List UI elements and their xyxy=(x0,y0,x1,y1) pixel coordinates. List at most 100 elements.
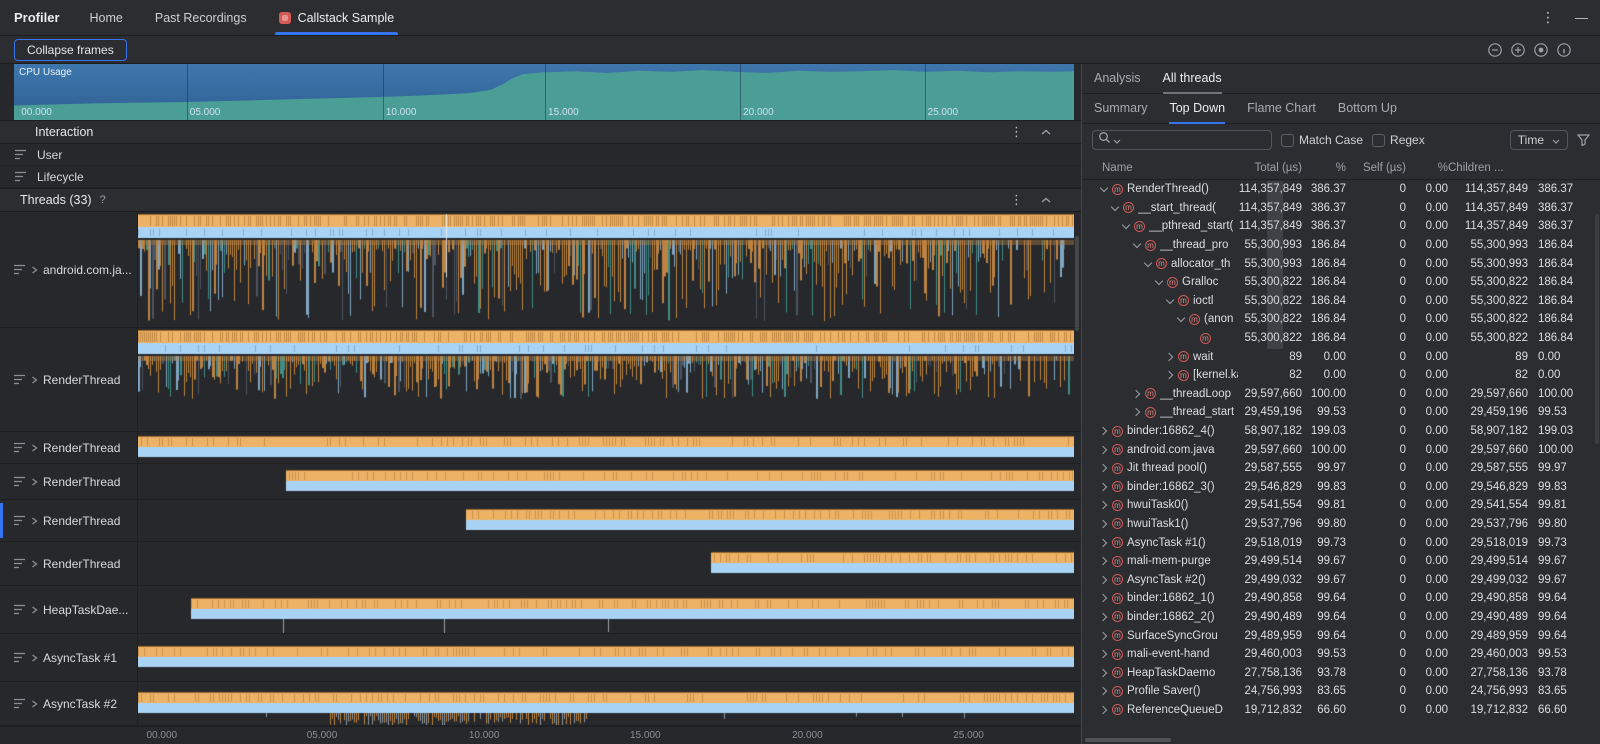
threads-help-icon[interactable]: ? xyxy=(100,194,106,206)
thread-track[interactable] xyxy=(137,542,1074,585)
table-row[interactable]: m__thread_start29,459,19699.5300.0029,45… xyxy=(1082,403,1600,422)
table-row[interactable]: mGralloc55,300,822186.8400.0055,300,8221… xyxy=(1082,273,1600,292)
table-row[interactable]: m(anon55,300,822186.8400.0055,300,822186… xyxy=(1082,310,1600,329)
thread-row-8-asynctask-2[interactable]: AsyncTask #2 xyxy=(0,682,1081,726)
table-row[interactable]: mbinder:16862_4()58,907,182199.0300.0058… xyxy=(1082,422,1600,441)
table-row[interactable]: mandroid.com.java29,597,660100.0000.0029… xyxy=(1082,440,1600,459)
chevron-right-icon[interactable] xyxy=(31,478,38,486)
thread-row-2-renderthread[interactable]: RenderThread xyxy=(0,432,1081,464)
table-row[interactable]: mallocator_th55,300,993186.8400.0055,300… xyxy=(1082,254,1600,273)
chevron-right-icon[interactable] xyxy=(31,654,38,662)
chevron-right-icon[interactable] xyxy=(1166,371,1174,379)
table-row[interactable]: mbinder:16862_2()29,490,48999.6400.0029,… xyxy=(1082,608,1600,627)
chevron-down-icon[interactable] xyxy=(1122,222,1130,230)
chevron-down-icon[interactable] xyxy=(1111,204,1119,212)
table-row[interactable]: mbinder:16862_1()29,490,85899.6400.0029,… xyxy=(1082,589,1600,608)
thread-track[interactable] xyxy=(137,634,1074,681)
zoom-in-icon[interactable] xyxy=(1510,42,1526,58)
chevron-down-icon[interactable] xyxy=(1155,278,1163,286)
column-header-self-s[interactable]: Self (µs) xyxy=(1346,162,1406,174)
thread-row-0-android-com-ja[interactable]: android.com.ja... xyxy=(0,212,1081,328)
chevron-right-icon[interactable] xyxy=(1100,427,1108,435)
thread-track[interactable] xyxy=(137,432,1074,463)
chevron-right-icon[interactable] xyxy=(31,700,38,708)
tab-home[interactable]: Home xyxy=(88,0,125,35)
tab-summary[interactable]: Summary xyxy=(1094,94,1147,124)
reset-zoom-icon[interactable] xyxy=(1533,42,1549,58)
table-row[interactable]: m__pthread_start(114,357,849386.3700.001… xyxy=(1082,217,1600,236)
chevron-down-icon[interactable] xyxy=(1177,315,1185,323)
collapse-frames-button[interactable]: Collapse frames xyxy=(14,39,127,61)
interaction-row-lifecycle[interactable]: Lifecycle xyxy=(0,166,1081,188)
tab-top-down[interactable]: Top Down xyxy=(1169,94,1225,124)
table-row[interactable]: m__start_thread(114,357,849386.3700.0011… xyxy=(1082,199,1600,218)
chevron-right-icon[interactable] xyxy=(1100,520,1108,528)
table-row[interactable]: mbinder:16862_3()29,546,82999.8300.0029,… xyxy=(1082,478,1600,497)
time-range-dropdown[interactable]: Time xyxy=(1510,130,1568,150)
column-header-children[interactable]: Children ... xyxy=(1448,162,1600,174)
thread-row-6-heaptaskdae[interactable]: HeapTaskDae... xyxy=(0,586,1081,634)
interaction-kebab-icon[interactable]: ⋮ xyxy=(1010,124,1023,140)
table-row[interactable]: mReferenceQueueD19,712,83266.6000.0019,7… xyxy=(1082,701,1600,720)
checkbox-icon[interactable] xyxy=(1372,134,1385,147)
chevron-right-icon[interactable] xyxy=(1100,613,1108,621)
chevron-right-icon[interactable] xyxy=(1100,464,1108,472)
table-row[interactable]: mmali-mem-purge29,499,51499.6700.0029,49… xyxy=(1082,552,1600,571)
chevron-right-icon[interactable] xyxy=(1100,669,1108,677)
cpu-usage-chart[interactable]: CPU Usage 00.00005.00010.00015.00020.000… xyxy=(14,64,1074,120)
column-header-name[interactable]: Name xyxy=(1090,162,1238,174)
zoom-out-icon[interactable] xyxy=(1487,42,1503,58)
tab-all-threads[interactable]: All threads xyxy=(1163,64,1222,94)
chevron-right-icon[interactable] xyxy=(1100,632,1108,640)
chevron-right-icon[interactable] xyxy=(31,444,38,452)
table-row[interactable]: mAsyncTask #1()29,518,01999.7300.0029,51… xyxy=(1082,533,1600,552)
thread-track[interactable] xyxy=(137,464,1074,499)
chevron-right-icon[interactable] xyxy=(1133,408,1141,416)
table-row[interactable]: mAsyncTask #2()29,499,03299.6700.0029,49… xyxy=(1082,570,1600,589)
hide-panel-icon[interactable]: — xyxy=(1575,10,1588,25)
table-row[interactable]: mmali-event-hand29,460,00399.5300.0029,4… xyxy=(1082,645,1600,664)
table-row[interactable]: mJit thread pool()29,587,55599.9700.0029… xyxy=(1082,459,1600,478)
more-options-icon[interactable]: ⋮ xyxy=(1541,9,1555,26)
column-header-node[interactable]: % xyxy=(1302,162,1346,174)
thread-track[interactable] xyxy=(137,500,1074,541)
zoom-to-selection-icon[interactable] xyxy=(1556,42,1572,58)
table-row[interactable]: mRenderThread()114,357,849386.3700.00114… xyxy=(1082,180,1600,199)
chevron-down-icon[interactable] xyxy=(1144,260,1152,268)
chevron-right-icon[interactable] xyxy=(1100,501,1108,509)
chevron-right-icon[interactable] xyxy=(1100,483,1108,491)
threads-kebab-icon[interactable]: ⋮ xyxy=(1010,192,1023,208)
thread-row-5-renderthread[interactable]: RenderThread xyxy=(0,542,1081,586)
regex-checkbox[interactable]: Regex xyxy=(1372,133,1425,147)
chevron-right-icon[interactable] xyxy=(1100,687,1108,695)
timeline-scrollbar[interactable] xyxy=(1075,236,1079,331)
tab-past-recordings[interactable]: Past Recordings xyxy=(153,0,249,35)
table-row[interactable]: mhwuiTask0()29,541,55499.8100.0029,541,5… xyxy=(1082,496,1600,515)
thread-track[interactable] xyxy=(137,682,1074,725)
match-case-checkbox[interactable]: Match Case xyxy=(1281,133,1363,147)
chevron-right-icon[interactable] xyxy=(31,606,38,614)
checkbox-icon[interactable] xyxy=(1281,134,1294,147)
tab-callstack-sample[interactable]: Callstack Sample xyxy=(277,0,397,35)
table-row[interactable]: mhwuiTask1()29,537,79699.8000.0029,537,7… xyxy=(1082,515,1600,534)
table-row[interactable]: mHeapTaskDaemo27,758,13693.7800.0027,758… xyxy=(1082,663,1600,682)
chevron-down-icon[interactable] xyxy=(1133,241,1141,249)
chevron-right-icon[interactable] xyxy=(1100,576,1108,584)
column-header-total-s[interactable]: Total (µs) xyxy=(1238,162,1302,174)
thread-row-4-renderthread[interactable]: RenderThread xyxy=(0,500,1081,542)
search-history-dropdown-icon[interactable] xyxy=(1113,131,1121,149)
table-row[interactable]: m__threadLoop29,597,660100.0000.0029,597… xyxy=(1082,385,1600,404)
thread-row-7-asynctask-1[interactable]: AsyncTask #1 xyxy=(0,634,1081,682)
search-input[interactable] xyxy=(1092,130,1272,150)
tab-flame-chart[interactable]: Flame Chart xyxy=(1247,94,1316,124)
chevron-right-icon[interactable] xyxy=(31,560,38,568)
chevron-right-icon[interactable] xyxy=(1100,650,1108,658)
chevron-down-icon[interactable] xyxy=(1100,185,1108,193)
filter-icon[interactable] xyxy=(1577,134,1590,146)
thread-row-1-renderthread[interactable]: RenderThread xyxy=(0,328,1081,432)
chevron-right-icon[interactable] xyxy=(1100,446,1108,454)
chevron-right-icon[interactable] xyxy=(1100,706,1108,714)
tab-analysis[interactable]: Analysis xyxy=(1094,64,1141,94)
chevron-right-icon[interactable] xyxy=(31,376,38,384)
thread-track[interactable] xyxy=(137,586,1074,633)
